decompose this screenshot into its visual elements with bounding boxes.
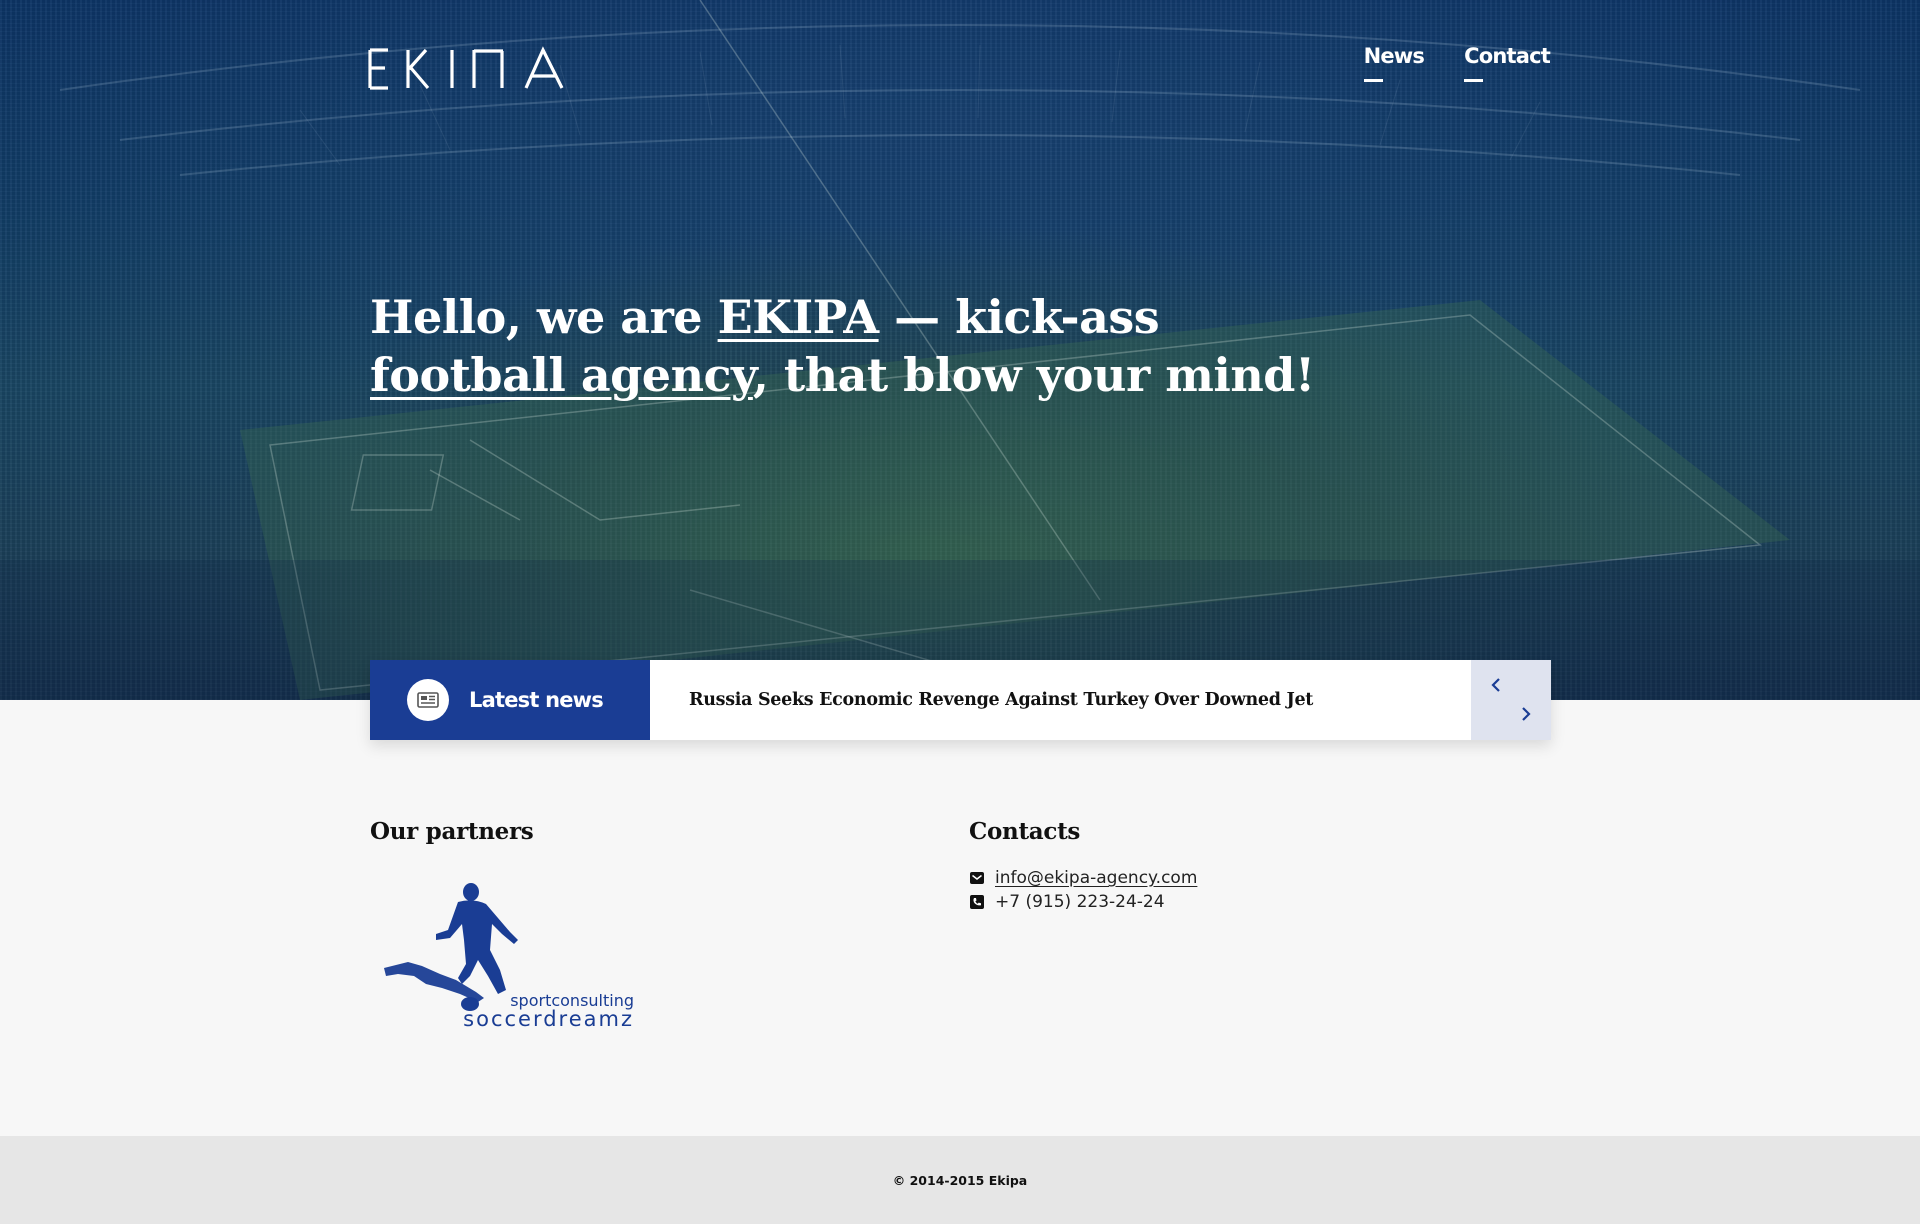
footer-copyright: © 2014-2015 Ekipa: [892, 1172, 1028, 1188]
envelope-icon: [970, 872, 984, 884]
latest-news-bar: Latest news Russia Seeks Economic Reveng…: [370, 660, 1551, 740]
contacts-title: Contacts: [969, 818, 1081, 845]
latest-news-label: Latest news: [370, 660, 650, 740]
contact-phone-row: +7 (915) 223-24-24: [969, 892, 1165, 912]
chevron-left-icon[interactable]: [1487, 676, 1505, 694]
newspaper-icon: [407, 679, 449, 721]
main-nav: News Contact: [1363, 44, 1551, 82]
headline-text-3: , that blow your mind!: [752, 348, 1315, 402]
partners-title: Our partners: [370, 818, 534, 845]
chevron-right-icon[interactable]: [1517, 705, 1535, 723]
partner-logo-line2: soccerdreamz: [463, 1007, 634, 1031]
phone-icon: [970, 895, 984, 909]
news-headline-link[interactable]: Russia Seeks Economic Revenge Against Tu…: [650, 660, 1471, 740]
hero-headline: Hello, we are EKIPA — kick-ass football a…: [370, 288, 1350, 404]
ekipa-link[interactable]: EKIPA: [718, 290, 880, 344]
headline-text-2: — kick-ass: [878, 290, 1160, 344]
hero-section: News Contact Hello, we are EKIPA — kick-…: [0, 0, 1920, 700]
football-agency-link[interactable]: football agency: [370, 348, 753, 402]
contact-email-link[interactable]: info@ekipa-agency.com: [995, 868, 1197, 888]
contact-email-row: info@ekipa-agency.com: [969, 868, 1197, 888]
nav-news[interactable]: News: [1363, 44, 1425, 82]
ekipa-logo[interactable]: [368, 46, 564, 92]
soccerdreamz-partner-logo[interactable]: sportconsulting soccerdreamz: [378, 880, 644, 1036]
contact-phone-text: +7 (915) 223-24-24: [995, 892, 1165, 912]
news-arrows: [1471, 660, 1551, 740]
footer: © 2014-2015 Ekipa: [0, 1136, 1920, 1224]
latest-news-text: Latest news: [469, 688, 604, 712]
nav-contact[interactable]: Contact: [1464, 44, 1551, 82]
headline-text-1: Hello, we are: [370, 290, 718, 344]
